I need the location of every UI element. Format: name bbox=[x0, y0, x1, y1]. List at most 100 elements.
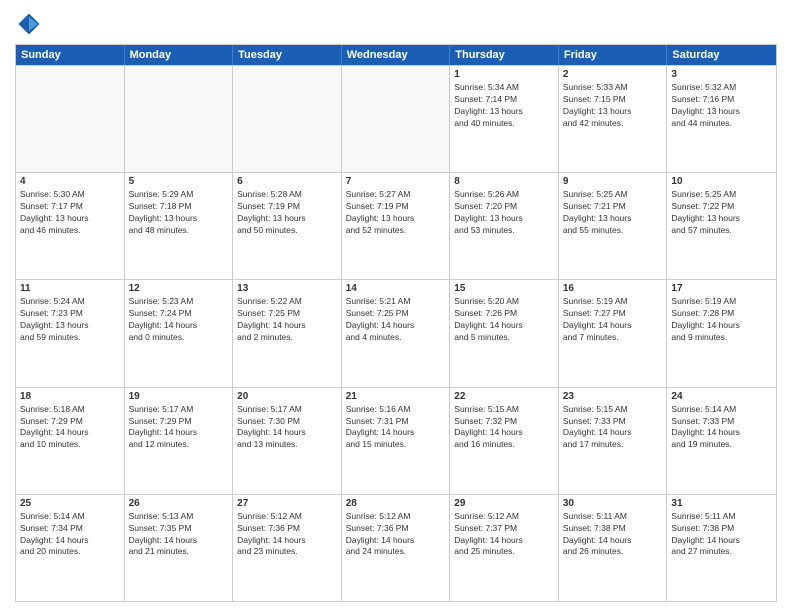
day-info: Sunrise: 5:30 AM Sunset: 7:17 PM Dayligh… bbox=[20, 189, 120, 237]
cal-cell: 2Sunrise: 5:33 AM Sunset: 7:15 PM Daylig… bbox=[559, 66, 668, 172]
logo-icon bbox=[15, 10, 43, 38]
day-info: Sunrise: 5:19 AM Sunset: 7:28 PM Dayligh… bbox=[671, 296, 772, 344]
day-info: Sunrise: 5:22 AM Sunset: 7:25 PM Dayligh… bbox=[237, 296, 337, 344]
day-info: Sunrise: 5:26 AM Sunset: 7:20 PM Dayligh… bbox=[454, 189, 554, 237]
cal-cell: 28Sunrise: 5:12 AM Sunset: 7:36 PM Dayli… bbox=[342, 495, 451, 601]
page: SundayMondayTuesdayWednesdayThursdayFrid… bbox=[0, 0, 792, 612]
header bbox=[15, 10, 777, 38]
day-number: 22 bbox=[454, 391, 554, 402]
logo bbox=[15, 10, 47, 38]
cal-cell: 13 Sunrise: 5:22 AM Sunset: 7:25 PM Dayli… bbox=[233, 280, 342, 386]
cal-cell: 7Sunrise: 5:27 AM Sunset: 7:19 PM Daylig… bbox=[342, 173, 451, 279]
header-cell-thursday: Thursday bbox=[450, 45, 559, 65]
day-info: Sunrise: 5:15 AM Sunset: 7:33 PM Dayligh… bbox=[563, 404, 663, 452]
cal-cell: 12Sunrise: 5:23 AM Sunset: 7:24 PM Dayli… bbox=[125, 280, 234, 386]
day-info: Sunrise: 5:32 AM Sunset: 7:16 PM Dayligh… bbox=[671, 82, 772, 130]
day-info: Sunrise: 5:17 AM Sunset: 7:29 PM Dayligh… bbox=[129, 404, 229, 452]
week-row-4: 18 Sunrise: 5:18 AM Sunset: 7:29 PM Dayli… bbox=[16, 387, 776, 494]
cal-cell: 14 Sunrise: 5:21 AM Sunset: 7:25 PM Dayli… bbox=[342, 280, 451, 386]
day-number: 8 bbox=[454, 176, 554, 187]
day-number: 14 bbox=[346, 283, 446, 294]
cal-cell: 30Sunrise: 5:11 AM Sunset: 7:38 PM Dayli… bbox=[559, 495, 668, 601]
day-number: 7 bbox=[346, 176, 446, 187]
day-info: Sunrise: 5:29 AM Sunset: 7:18 PM Dayligh… bbox=[129, 189, 229, 237]
cal-cell: 16 Sunrise: 5:19 AM Sunset: 7:27 PM Dayli… bbox=[559, 280, 668, 386]
cal-cell: 5 Sunrise: 5:29 AM Sunset: 7:18 PM Daylig… bbox=[125, 173, 234, 279]
day-number: 19 bbox=[129, 391, 229, 402]
header-cell-monday: Monday bbox=[125, 45, 234, 65]
day-number: 21 bbox=[346, 391, 446, 402]
cal-cell bbox=[233, 66, 342, 172]
day-number: 24 bbox=[671, 391, 772, 402]
day-info: Sunrise: 5:21 AM Sunset: 7:25 PM Dayligh… bbox=[346, 296, 446, 344]
header-cell-wednesday: Wednesday bbox=[342, 45, 451, 65]
day-info: Sunrise: 5:11 AM Sunset: 7:38 PM Dayligh… bbox=[671, 511, 772, 559]
cal-cell bbox=[16, 66, 125, 172]
cal-cell: 23 Sunrise: 5:15 AM Sunset: 7:33 PM Dayli… bbox=[559, 388, 668, 494]
day-info: Sunrise: 5:28 AM Sunset: 7:19 PM Dayligh… bbox=[237, 189, 337, 237]
cal-cell: 21Sunrise: 5:16 AM Sunset: 7:31 PM Dayli… bbox=[342, 388, 451, 494]
day-info: Sunrise: 5:14 AM Sunset: 7:34 PM Dayligh… bbox=[20, 511, 120, 559]
day-number: 26 bbox=[129, 498, 229, 509]
day-info: Sunrise: 5:11 AM Sunset: 7:38 PM Dayligh… bbox=[563, 511, 663, 559]
day-number: 31 bbox=[671, 498, 772, 509]
cal-cell: 26 Sunrise: 5:13 AM Sunset: 7:35 PM Dayli… bbox=[125, 495, 234, 601]
week-row-3: 11Sunrise: 5:24 AM Sunset: 7:23 PM Dayli… bbox=[16, 279, 776, 386]
day-number: 3 bbox=[671, 69, 772, 80]
week-row-2: 4 Sunrise: 5:30 AM Sunset: 7:17 PM Daylig… bbox=[16, 172, 776, 279]
calendar-header-row: SundayMondayTuesdayWednesdayThursdayFrid… bbox=[16, 45, 776, 65]
day-info: Sunrise: 5:34 AM Sunset: 7:14 PM Dayligh… bbox=[454, 82, 554, 130]
cal-cell: 20 Sunrise: 5:17 AM Sunset: 7:30 PM Dayli… bbox=[233, 388, 342, 494]
day-number: 11 bbox=[20, 283, 120, 294]
cal-cell: 15 Sunrise: 5:20 AM Sunset: 7:26 PM Dayli… bbox=[450, 280, 559, 386]
day-number: 15 bbox=[454, 283, 554, 294]
day-number: 25 bbox=[20, 498, 120, 509]
day-number: 16 bbox=[563, 283, 663, 294]
cal-cell: 10 Sunrise: 5:25 AM Sunset: 7:22 PM Dayli… bbox=[667, 173, 776, 279]
cal-cell: 17 Sunrise: 5:19 AM Sunset: 7:28 PM Dayli… bbox=[667, 280, 776, 386]
day-info: Sunrise: 5:12 AM Sunset: 7:37 PM Dayligh… bbox=[454, 511, 554, 559]
day-number: 27 bbox=[237, 498, 337, 509]
day-number: 23 bbox=[563, 391, 663, 402]
day-info: Sunrise: 5:14 AM Sunset: 7:33 PM Dayligh… bbox=[671, 404, 772, 452]
cal-cell: 11Sunrise: 5:24 AM Sunset: 7:23 PM Dayli… bbox=[16, 280, 125, 386]
day-info: Sunrise: 5:25 AM Sunset: 7:22 PM Dayligh… bbox=[671, 189, 772, 237]
calendar: SundayMondayTuesdayWednesdayThursdayFrid… bbox=[15, 44, 777, 602]
cal-cell: 24 Sunrise: 5:14 AM Sunset: 7:33 PM Dayli… bbox=[667, 388, 776, 494]
cal-cell: 31 Sunrise: 5:11 AM Sunset: 7:38 PM Dayli… bbox=[667, 495, 776, 601]
header-cell-tuesday: Tuesday bbox=[233, 45, 342, 65]
day-info: Sunrise: 5:19 AM Sunset: 7:27 PM Dayligh… bbox=[563, 296, 663, 344]
day-number: 2 bbox=[563, 69, 663, 80]
day-info: Sunrise: 5:20 AM Sunset: 7:26 PM Dayligh… bbox=[454, 296, 554, 344]
cal-cell: 27Sunrise: 5:12 AM Sunset: 7:36 PM Dayli… bbox=[233, 495, 342, 601]
day-number: 5 bbox=[129, 176, 229, 187]
cal-cell bbox=[125, 66, 234, 172]
day-number: 20 bbox=[237, 391, 337, 402]
day-number: 12 bbox=[129, 283, 229, 294]
cal-cell: 1 Sunrise: 5:34 AM Sunset: 7:14 PM Daylig… bbox=[450, 66, 559, 172]
day-number: 29 bbox=[454, 498, 554, 509]
cal-cell: 18 Sunrise: 5:18 AM Sunset: 7:29 PM Dayli… bbox=[16, 388, 125, 494]
day-number: 13 bbox=[237, 283, 337, 294]
day-number: 4 bbox=[20, 176, 120, 187]
calendar-body: 1 Sunrise: 5:34 AM Sunset: 7:14 PM Daylig… bbox=[16, 65, 776, 601]
day-number: 10 bbox=[671, 176, 772, 187]
cal-cell: 25 Sunrise: 5:14 AM Sunset: 7:34 PM Dayli… bbox=[16, 495, 125, 601]
header-cell-friday: Friday bbox=[559, 45, 668, 65]
day-number: 6 bbox=[237, 176, 337, 187]
week-row-5: 25 Sunrise: 5:14 AM Sunset: 7:34 PM Dayli… bbox=[16, 494, 776, 601]
cal-cell: 9Sunrise: 5:25 AM Sunset: 7:21 PM Daylig… bbox=[559, 173, 668, 279]
week-row-1: 1 Sunrise: 5:34 AM Sunset: 7:14 PM Daylig… bbox=[16, 65, 776, 172]
cal-cell: 8 Sunrise: 5:26 AM Sunset: 7:20 PM Daylig… bbox=[450, 173, 559, 279]
cal-cell bbox=[342, 66, 451, 172]
day-info: Sunrise: 5:13 AM Sunset: 7:35 PM Dayligh… bbox=[129, 511, 229, 559]
cal-cell: 22Sunrise: 5:15 AM Sunset: 7:32 PM Dayli… bbox=[450, 388, 559, 494]
day-info: Sunrise: 5:17 AM Sunset: 7:30 PM Dayligh… bbox=[237, 404, 337, 452]
cal-cell: 6 Sunrise: 5:28 AM Sunset: 7:19 PM Daylig… bbox=[233, 173, 342, 279]
day-number: 18 bbox=[20, 391, 120, 402]
day-number: 1 bbox=[454, 69, 554, 80]
day-info: Sunrise: 5:18 AM Sunset: 7:29 PM Dayligh… bbox=[20, 404, 120, 452]
day-info: Sunrise: 5:12 AM Sunset: 7:36 PM Dayligh… bbox=[346, 511, 446, 559]
day-number: 17 bbox=[671, 283, 772, 294]
header-cell-sunday: Sunday bbox=[16, 45, 125, 65]
